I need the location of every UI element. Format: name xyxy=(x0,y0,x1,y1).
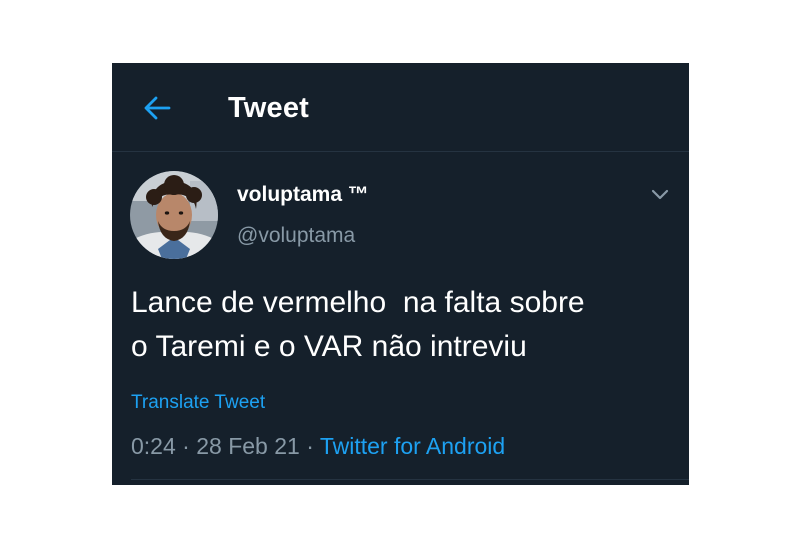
meta-separator: · xyxy=(299,433,320,459)
more-options-button[interactable] xyxy=(648,183,672,207)
divider xyxy=(131,479,689,480)
author-handle[interactable]: @voluptama xyxy=(237,223,355,249)
tweet-metadata: 0:24 · 28 Feb 21 · Twitter for Android xyxy=(131,432,505,460)
meta-separator: · xyxy=(175,433,197,459)
author-display-name[interactable]: voluptama ™ xyxy=(237,182,369,208)
tweet-time: 0:24 xyxy=(131,433,176,459)
tweet-text: Lance de vermelho na falta sobre o Tarem… xyxy=(131,286,585,363)
tweet-screen: Tweet voluptama ™ @voluptama Lance de ve… xyxy=(112,63,689,485)
top-app-bar: Tweet xyxy=(112,63,689,152)
user-avatar-image xyxy=(130,171,218,259)
page-title: Tweet xyxy=(228,92,310,124)
translate-tweet-link[interactable]: Translate Tweet xyxy=(131,391,265,415)
arrow-left-icon xyxy=(144,96,171,120)
tweet-source-link[interactable]: Twitter for Android xyxy=(320,433,505,459)
avatar[interactable] xyxy=(130,171,218,259)
chevron-down-icon xyxy=(651,189,669,200)
tweet-date: 28 Feb 21 xyxy=(196,433,300,459)
back-button[interactable] xyxy=(142,93,172,123)
